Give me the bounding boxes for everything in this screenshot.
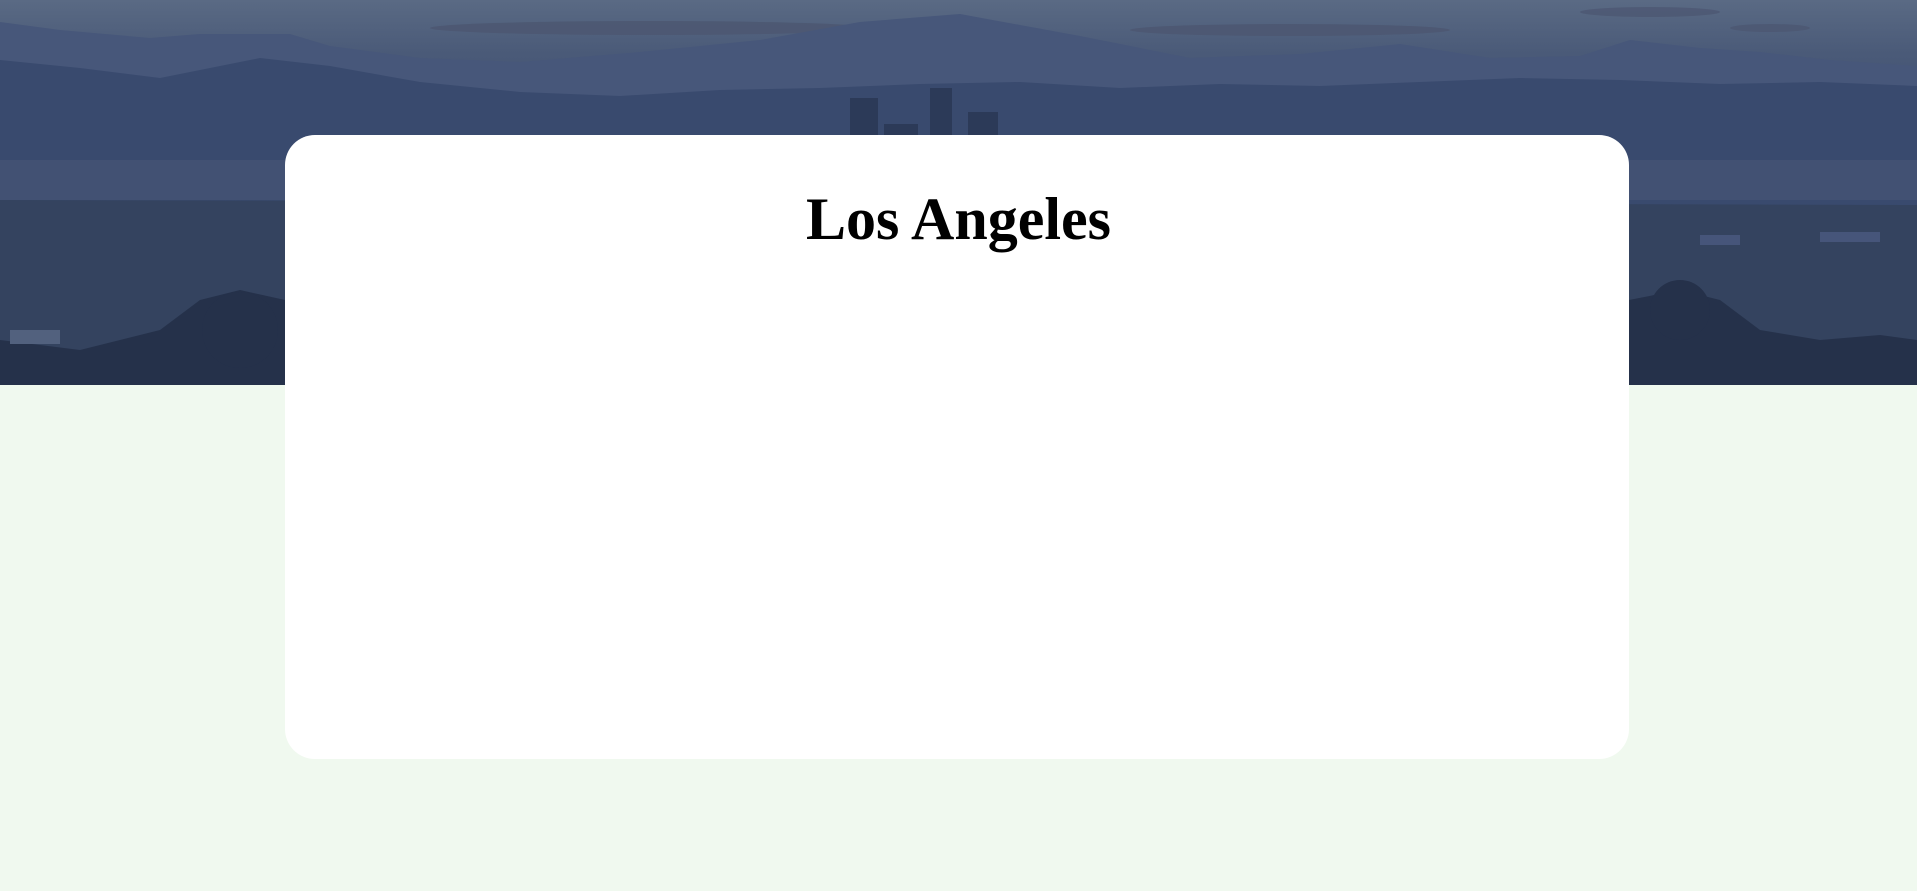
- city-title: Los Angeles: [805, 186, 1112, 252]
